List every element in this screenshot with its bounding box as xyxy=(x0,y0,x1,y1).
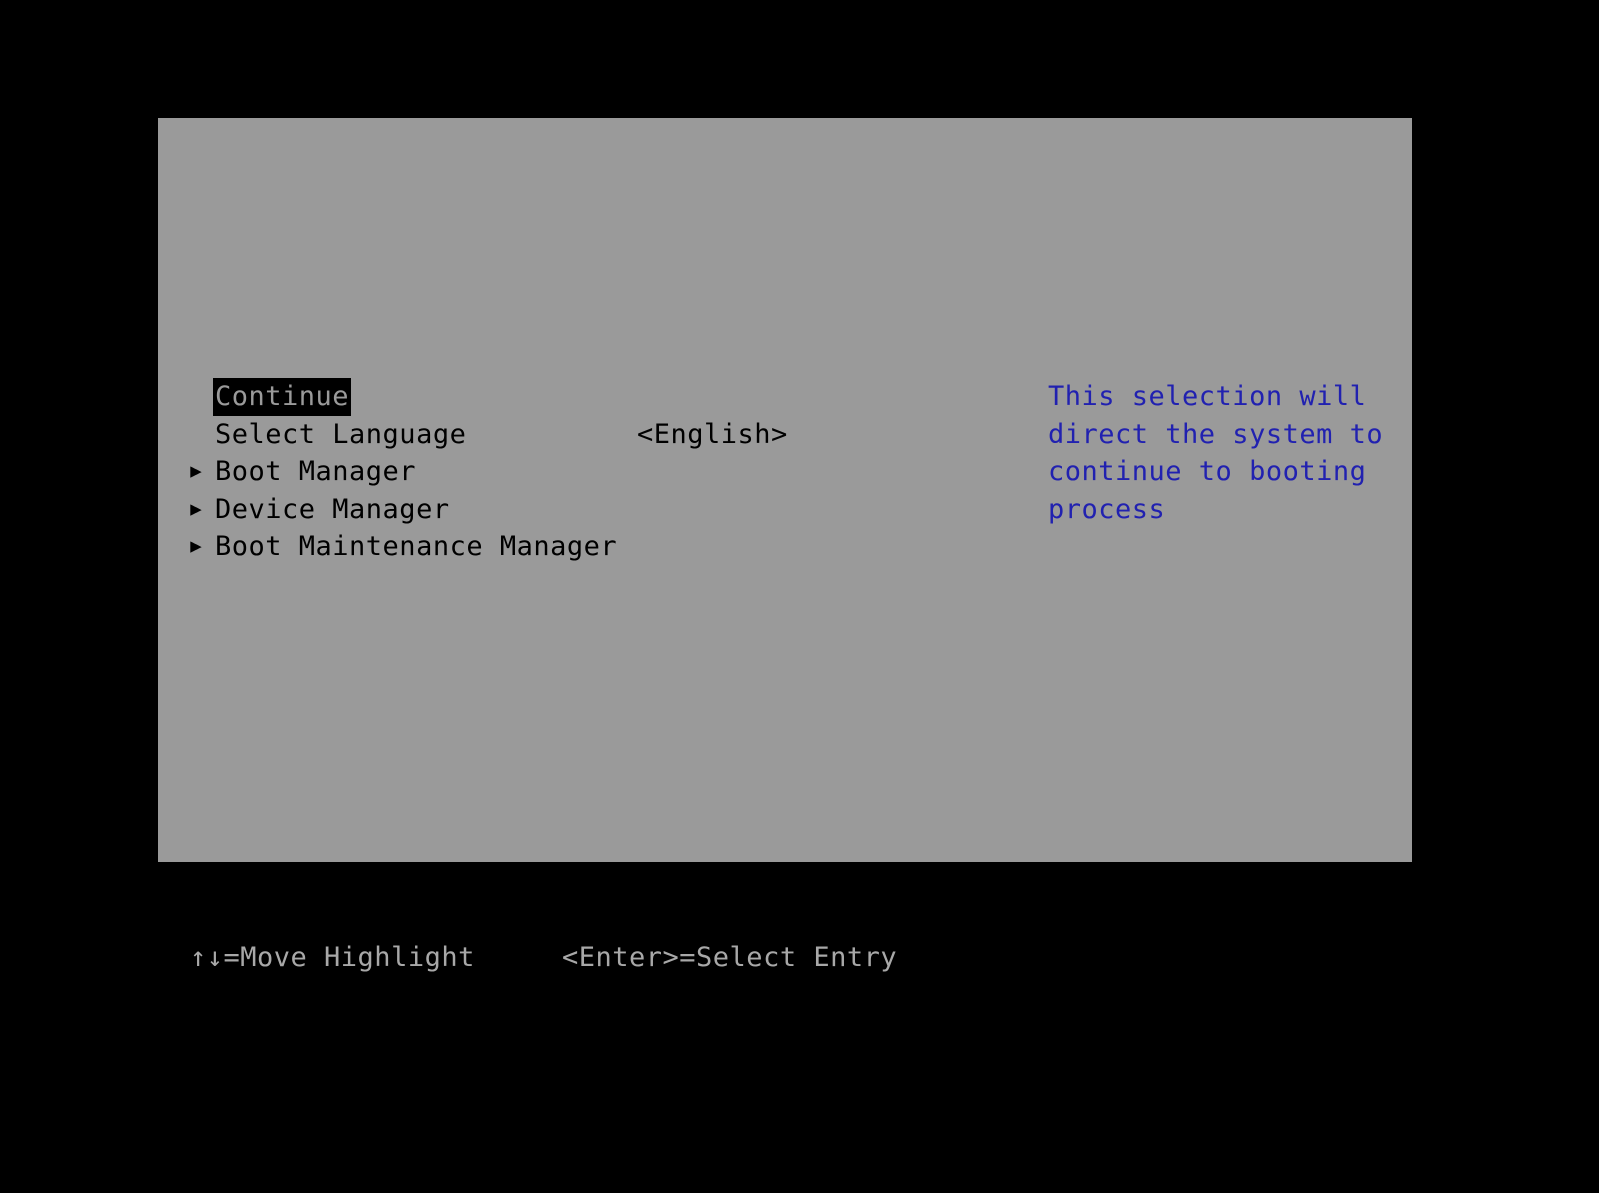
help-line: continue to booting xyxy=(1048,456,1367,487)
hint-select-entry: <Enter>=Select Entry xyxy=(562,942,898,973)
menu-item-select-language[interactable]: Select Language <English> xyxy=(170,416,870,454)
help-line: This selection will xyxy=(1048,381,1367,412)
submenu-arrow-icon: ▶ xyxy=(190,497,202,520)
submenu-arrow-icon: ▶ xyxy=(190,535,202,557)
menu-item-boot-manager[interactable]: ▶ Boot Manager xyxy=(170,453,870,491)
setup-panel: Continue Select Language <English> ▶ Boo… xyxy=(158,118,1412,862)
menu-item-label: Device Manager xyxy=(215,493,450,525)
help-pane: This selection will direct the system to… xyxy=(1048,378,1384,528)
menu-item-boot-maintenance-manager[interactable]: ▶ Boot Maintenance Manager xyxy=(170,528,870,566)
footer-key-hints: ↑↓=Move Highlight <Enter>=Select Entry xyxy=(190,938,1390,978)
main-menu-list: Continue Select Language <English> ▶ Boo… xyxy=(170,378,870,566)
help-line: direct the system to xyxy=(1048,418,1384,450)
menu-item-continue[interactable]: Continue xyxy=(170,378,870,416)
help-line: process xyxy=(1048,493,1166,525)
menu-item-device-manager[interactable]: ▶ Device Manager xyxy=(170,491,870,529)
menu-item-label: Boot Maintenance Manager xyxy=(215,531,618,562)
submenu-arrow-icon: ▶ xyxy=(190,460,202,482)
language-value[interactable]: <English> xyxy=(637,416,788,454)
menu-item-label: Continue xyxy=(213,378,352,416)
menu-item-label: Boot Manager xyxy=(215,456,417,487)
menu-item-label: Select Language xyxy=(215,418,467,450)
hint-move-highlight: ↑↓=Move Highlight xyxy=(190,942,475,973)
